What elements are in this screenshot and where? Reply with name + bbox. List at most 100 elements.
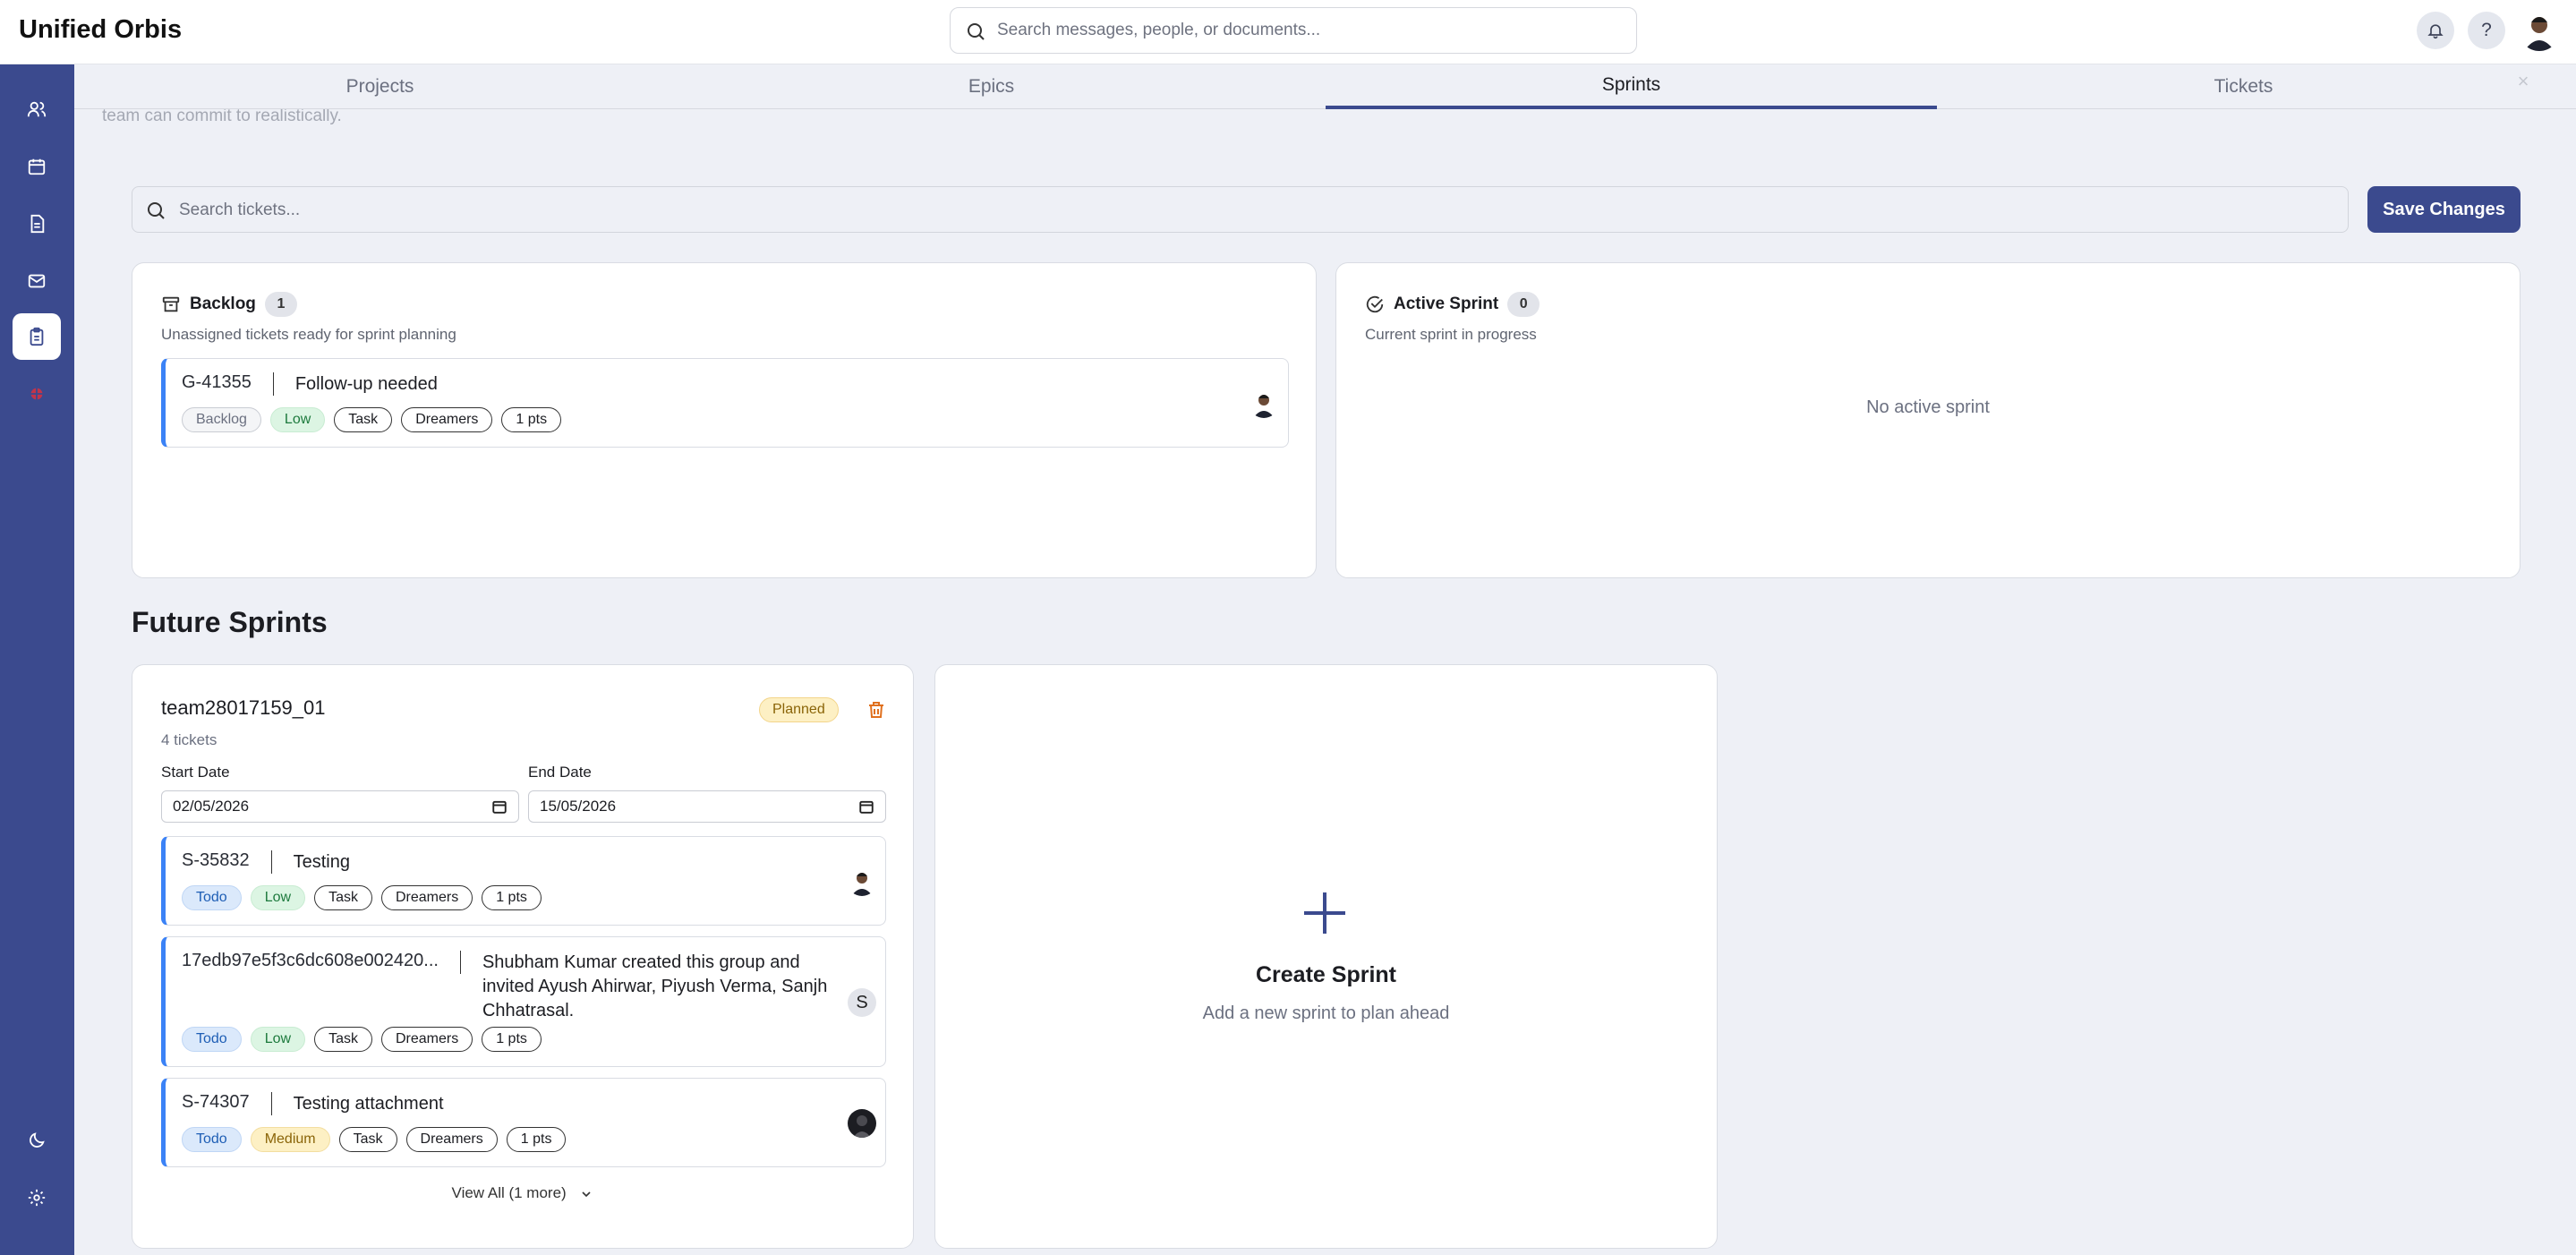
sidebar-item-calendar[interactable]	[13, 143, 61, 190]
save-changes-button[interactable]: Save Changes	[2367, 186, 2521, 233]
global-search[interactable]	[950, 7, 1637, 54]
create-sprint-title: Create Sprint	[1256, 962, 1396, 987]
tab-projects[interactable]: Projects	[74, 64, 686, 109]
status-badge: Todo	[182, 1027, 242, 1052]
sprint-ticket-count: 4 tickets	[161, 731, 218, 748]
calendar-icon	[492, 800, 507, 814]
tab-tickets[interactable]: Tickets	[1938, 64, 2549, 109]
ticket-card[interactable]: S-35832 Testing Todo Low Task Dreamers 1…	[161, 836, 886, 926]
calendar-icon	[28, 158, 46, 175]
close-icon[interactable]: ×	[2511, 70, 2536, 95]
create-sprint-subtitle: Add a new sprint to plan ahead	[1202, 1003, 1450, 1023]
type-badge: Task	[338, 1127, 397, 1152]
type-badge: Task	[314, 885, 372, 910]
global-search-input[interactable]	[997, 15, 1624, 46]
gear-icon	[28, 1189, 46, 1207]
backlog-title: Backlog	[190, 295, 256, 313]
backlog-subtitle: Unassigned tickets ready for sprint plan…	[161, 326, 456, 343]
sidebar-item-mail[interactable]	[13, 258, 61, 304]
backlog-panel: Backlog 1 Unassigned tickets ready for s…	[132, 262, 1317, 578]
mail-icon	[28, 274, 46, 288]
active-sprint-panel: Active Sprint 0 Current sprint in progre…	[1335, 262, 2521, 578]
view-all-button[interactable]: View All (1 more)	[132, 1184, 913, 1202]
sidebar	[0, 64, 74, 1255]
points-badge: 1 pts	[501, 407, 562, 432]
priority-badge: Low	[250, 885, 306, 910]
assignee-avatar	[848, 1109, 876, 1138]
ticket-card[interactable]: G-41355 Follow-up needed Backlog Low Tas…	[161, 358, 1289, 448]
ticket-id: S-74307	[182, 1092, 250, 1112]
active-sprint-title: Active Sprint	[1394, 295, 1499, 313]
empty-state-text: No active sprint	[1866, 397, 1990, 417]
plus-icon	[1304, 892, 1345, 934]
tab-sprints[interactable]: Sprints	[1326, 64, 1937, 109]
priority-badge: Low	[250, 1027, 306, 1052]
document-icon	[30, 214, 45, 234]
search-icon	[968, 23, 985, 40]
trash-icon[interactable]	[866, 699, 887, 721]
status-badge: Planned	[759, 697, 839, 722]
assignee-avatar	[848, 867, 876, 896]
create-sprint-card[interactable]: Create Sprint Add a new sprint to plan a…	[934, 664, 1718, 1249]
team-badge: Dreamers	[405, 1127, 498, 1152]
team-badge: Dreamers	[401, 407, 493, 432]
ticket-card[interactable]: S-74307 Testing attachment Todo Medium T…	[161, 1078, 886, 1167]
archive-icon	[162, 296, 180, 312]
type-badge: Task	[314, 1027, 372, 1052]
ticket-title: Follow-up needed	[294, 374, 438, 394]
view-all-label: View All (1 more)	[451, 1184, 567, 1201]
help-button[interactable]: ?	[2468, 12, 2505, 49]
assignee-avatar: S	[848, 988, 876, 1017]
ticket-title: Testing attachment	[293, 1094, 444, 1114]
sidebar-item-people[interactable]	[13, 86, 61, 132]
assignee-avatar	[1250, 389, 1278, 418]
status-badge: Todo	[182, 1127, 242, 1152]
active-sprint-subtitle: Current sprint in progress	[1365, 326, 1537, 343]
ticket-card[interactable]: 17edb97e5f3c6dc608e002420... Shubham Kum…	[161, 936, 886, 1067]
future-sprints-heading: Future Sprints	[132, 606, 328, 638]
priority-badge: Low	[269, 407, 326, 432]
notifications-button[interactable]	[2417, 12, 2454, 49]
sprint-name: team28017159_01	[161, 696, 326, 719]
start-date-value: 02/05/2026	[173, 798, 250, 815]
clipboard-icon	[30, 327, 44, 346]
points-badge: 1 pts	[482, 885, 542, 910]
search-icon	[148, 202, 165, 219]
ticket-title: Testing	[293, 852, 350, 872]
ticket-search[interactable]	[132, 186, 2349, 233]
active-sprint-count-badge: 0	[1507, 292, 1540, 317]
type-badge: Task	[334, 407, 393, 432]
sidebar-item-tasks[interactable]	[13, 313, 61, 360]
app-title: Unified Orbis	[19, 15, 183, 44]
app-logo-icon	[30, 388, 43, 400]
tab-bar: Projects Epics Sprints Tickets	[74, 64, 2576, 109]
team-badge: Dreamers	[380, 1027, 473, 1052]
user-avatar[interactable]	[2519, 10, 2560, 51]
end-date-label: End Date	[528, 764, 592, 781]
points-badge: 1 pts	[506, 1127, 567, 1152]
ticket-id: G-41355	[182, 372, 252, 392]
calendar-icon	[859, 800, 874, 814]
priority-badge: Medium	[250, 1127, 330, 1152]
sidebar-item-documents[interactable]	[13, 201, 61, 247]
tab-epics[interactable]: Epics	[686, 64, 1297, 109]
help-icon: ?	[2481, 20, 2492, 40]
status-badge: Todo	[182, 885, 242, 910]
status-badge: Backlog	[182, 407, 261, 432]
end-date-field[interactable]: 15/05/2026	[528, 790, 886, 823]
ticket-id: S-35832	[182, 850, 250, 870]
sidebar-item-settings[interactable]	[13, 1174, 61, 1221]
backlog-count-badge: 1	[264, 292, 297, 317]
check-circle-icon	[1366, 295, 1384, 313]
ticket-title: Shubham Kumar created this group and inv…	[482, 952, 828, 1020]
bell-icon	[2427, 24, 2444, 39]
moon-icon	[30, 1132, 45, 1148]
sidebar-item-dark-mode[interactable]	[13, 1117, 61, 1164]
sidebar-item-app[interactable]	[13, 371, 61, 417]
top-bar: Unified Orbis ?	[0, 0, 2576, 64]
start-date-field[interactable]: 02/05/2026	[161, 790, 519, 823]
end-date-value: 15/05/2026	[540, 798, 617, 815]
team-badge: Dreamers	[380, 885, 473, 910]
ticket-search-input[interactable]	[179, 195, 2327, 226]
ticket-id: 17edb97e5f3c6dc608e002420...	[182, 951, 439, 970]
